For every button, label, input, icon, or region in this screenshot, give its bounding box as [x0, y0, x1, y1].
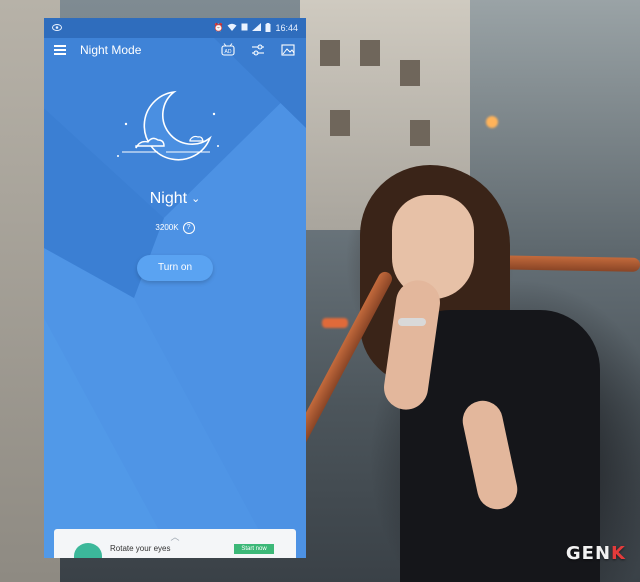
shop-sign — [322, 318, 348, 328]
watermark-main: GEN — [565, 543, 612, 564]
ad-start-button[interactable]: Start now — [234, 544, 274, 554]
watermark-logo: GENK — [566, 543, 626, 564]
ad-badge-icon[interactable]: AD — [220, 42, 236, 58]
chevron-down-icon: ⌄ — [191, 193, 201, 205]
wifi-icon — [227, 23, 237, 33]
ad-badge-text: AD — [225, 49, 232, 55]
help-icon[interactable]: ? — [182, 222, 195, 234]
app-title: Night Mode — [80, 43, 142, 57]
watermark-accent: K — [611, 543, 626, 564]
battery-icon — [265, 22, 271, 34]
eye-icon — [52, 23, 62, 33]
menu-icon[interactable] — [54, 44, 66, 56]
sim-icon — [241, 23, 248, 33]
status-time: 16:44 — [275, 23, 298, 33]
status-bar: ⏰ 16:44 — [44, 18, 306, 38]
alarm-icon: ⏰ — [213, 23, 224, 32]
image-icon[interactable] — [280, 42, 296, 58]
app-bar: Night Mode AD — [44, 38, 306, 64]
mode-name: Night — [149, 190, 188, 207]
sliders-icon[interactable] — [250, 42, 266, 58]
moon-icon — [114, 88, 224, 168]
temperature-value: 3200K — [155, 223, 179, 233]
bracelet — [398, 318, 426, 326]
street-lamp — [486, 116, 498, 128]
turn-on-button[interactable]: Turn on — [137, 255, 213, 281]
mode-selector[interactable]: Night ⌄ — [44, 190, 306, 208]
ad-logo-icon — [74, 543, 102, 558]
temperature-row: 3200K? — [44, 222, 306, 234]
chevron-up-icon[interactable]: ︿ — [167, 533, 183, 542]
signal-icon — [252, 23, 262, 33]
ad-text: Rotate your eyes — [110, 544, 171, 553]
phone-screenshot: ⏰ 16:44 Night Mode AD Night ⌄ 3200K ? Tu… — [44, 18, 306, 558]
ad-banner[interactable]: ︿ Rotate your eyes Start now — [54, 529, 296, 558]
